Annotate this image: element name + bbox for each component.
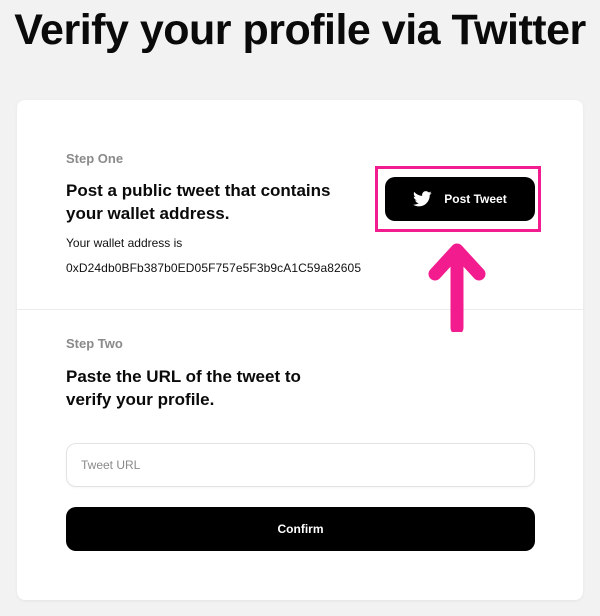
page-title: Verify your profile via Twitter <box>14 6 586 54</box>
step-one-label: Step One <box>66 151 124 166</box>
tweet-url-input[interactable] <box>66 443 535 487</box>
confirm-button[interactable]: Confirm <box>66 507 535 551</box>
wallet-address-value: 0xD24db0BFb387b0ED05F757e5F3b9cA1C59a826… <box>66 261 362 275</box>
post-tweet-button-label: Post Tweet <box>444 192 507 206</box>
step-divider <box>17 309 583 310</box>
step-one-heading-line1: Post a public tweet that contains <box>66 181 331 200</box>
twitter-bird-icon <box>413 191 432 207</box>
step-one-heading: Post a public tweet that contains your w… <box>66 179 330 225</box>
step-two-heading-line2: verify your profile. <box>66 390 215 409</box>
step-two-heading: Paste the URL of the tweet to verify you… <box>66 365 301 411</box>
wallet-address-label: Your wallet address is <box>66 236 183 250</box>
step-two-heading-line1: Paste the URL of the tweet to <box>66 367 301 386</box>
post-tweet-button[interactable]: Post Tweet <box>385 177 535 221</box>
up-arrow-icon <box>428 243 486 332</box>
verification-card: Step One Post a public tweet that contai… <box>17 100 583 600</box>
step-two-label: Step Two <box>66 336 123 351</box>
step-one-heading-line2: your wallet address. <box>66 204 230 223</box>
confirm-button-label: Confirm <box>277 522 324 536</box>
